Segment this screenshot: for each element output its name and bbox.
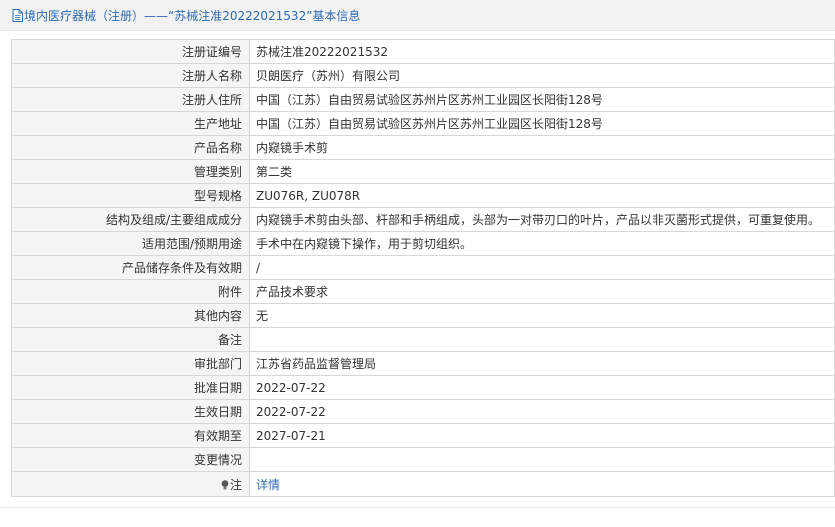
table-row: 型号规格 ZU076R, ZU078R — [11, 183, 835, 208]
table-row: 产品储存条件及有效期 / — [11, 255, 835, 280]
note-value-cell: 详情 — [249, 471, 835, 497]
row-value — [249, 327, 835, 352]
bottom-bar — [0, 507, 835, 527]
note-row: 注详情 — [11, 471, 835, 497]
row-value: 2027-07-21 — [249, 423, 835, 448]
row-label: 型号规格 — [11, 183, 250, 208]
row-label: 产品储存条件及有效期 — [11, 255, 250, 280]
table-row: 管理类别 第二类 — [11, 159, 835, 184]
row-value: / — [249, 255, 835, 280]
document-icon — [12, 8, 23, 22]
detail-link[interactable]: 详情 — [256, 478, 280, 492]
row-label: 产品名称 — [11, 135, 250, 160]
row-label: 结构及组成/主要组成成分 — [11, 207, 250, 232]
row-label: 变更情况 — [11, 447, 250, 472]
row-value — [249, 447, 835, 472]
table-row: 产品名称 内窥镜手术剪 — [11, 135, 835, 160]
row-label: 注册人住所 — [11, 87, 250, 112]
table-row: 生效日期 2022-07-22 — [11, 399, 835, 424]
row-value: 中国（江苏）自由贸易试验区苏州片区苏州工业园区长阳街128号 — [249, 87, 835, 112]
row-value: 贝朗医疗（苏州）有限公司 — [249, 63, 835, 88]
row-value: ZU076R, ZU078R — [249, 183, 835, 208]
table-row: 生产地址 中国（江苏）自由贸易试验区苏州片区苏州工业园区长阳街128号 — [11, 111, 835, 136]
table-row: 注册人名称 贝朗医疗（苏州）有限公司 — [11, 63, 835, 88]
row-label: 适用范围/预期用途 — [11, 231, 250, 256]
row-value: 江苏省药品监督管理局 — [249, 351, 835, 376]
table-row: 变更情况 — [11, 447, 835, 472]
page-title: 境内医疗器械（注册）——“苏械注准20222021532”基本信息 — [24, 8, 361, 23]
row-value: 2022-07-22 — [249, 375, 835, 400]
note-label: 注 — [229, 477, 242, 492]
row-label: 注册证编号 — [11, 39, 250, 64]
info-table: 注册证编号 苏械注准20222021532 注册人名称 贝朗医疗（苏州）有限公司 注册人… — [11, 39, 835, 497]
note-label-cell: 注 — [11, 471, 250, 497]
row-value: 无 — [249, 303, 835, 328]
lightbulb-icon — [221, 479, 229, 489]
row-label: 管理类别 — [11, 159, 250, 184]
table-row: 批准日期 2022-07-22 — [11, 375, 835, 400]
row-label: 有效期至 — [11, 423, 250, 448]
row-value: 产品技术要求 — [249, 279, 835, 304]
row-value: 中国（江苏）自由贸易试验区苏州片区苏州工业园区长阳街128号 — [249, 111, 835, 136]
table-row: 备注 — [11, 327, 835, 352]
table-row: 注册人住所 中国（江苏）自由贸易试验区苏州片区苏州工业园区长阳街128号 — [11, 87, 835, 112]
row-label: 备注 — [11, 327, 250, 352]
row-value: 2022-07-22 — [249, 399, 835, 424]
row-label: 生效日期 — [11, 399, 250, 424]
table-row: 审批部门 江苏省药品监督管理局 — [11, 351, 835, 376]
row-value: 手术中在内窥镜下操作，用于剪切组织。 — [249, 231, 835, 256]
row-value: 苏械注准20222021532 — [249, 39, 835, 64]
row-label: 批准日期 — [11, 375, 250, 400]
table-row: 其他内容无 — [11, 303, 835, 328]
table-row: 附件 产品技术要求 — [11, 279, 835, 304]
row-value: 第二类 — [249, 159, 835, 184]
row-value: 内窥镜手术剪由头部、杆部和手柄组成，头部为一对带刃口的叶片，产品以非灭菌形式提供… — [249, 207, 835, 232]
table-row: 注册证编号 苏械注准20222021532 — [11, 39, 835, 64]
row-value: 内窥镜手术剪 — [249, 135, 835, 160]
table-row: 结构及组成/主要组成成分 内窥镜手术剪由头部、杆部和手柄组成，头部为一对带刃口的叶… — [11, 207, 835, 232]
table-row: 适用范围/预期用途 手术中在内窥镜下操作，用于剪切组织。 — [11, 231, 835, 256]
row-label: 其他内容 — [11, 303, 250, 328]
row-label: 注册人名称 — [11, 63, 250, 88]
row-label: 生产地址 — [11, 111, 250, 136]
title-bar: 境内医疗器械（注册）——“苏械注准20222021532”基本信息 — [0, 0, 835, 31]
info-table-body: 注册证编号 苏械注准20222021532 注册人名称 贝朗医疗（苏州）有限公司 注册人… — [11, 39, 835, 497]
table-row: 有效期至 2027-07-21 — [11, 423, 835, 448]
row-label: 附件 — [11, 279, 250, 304]
row-label: 审批部门 — [11, 351, 250, 376]
